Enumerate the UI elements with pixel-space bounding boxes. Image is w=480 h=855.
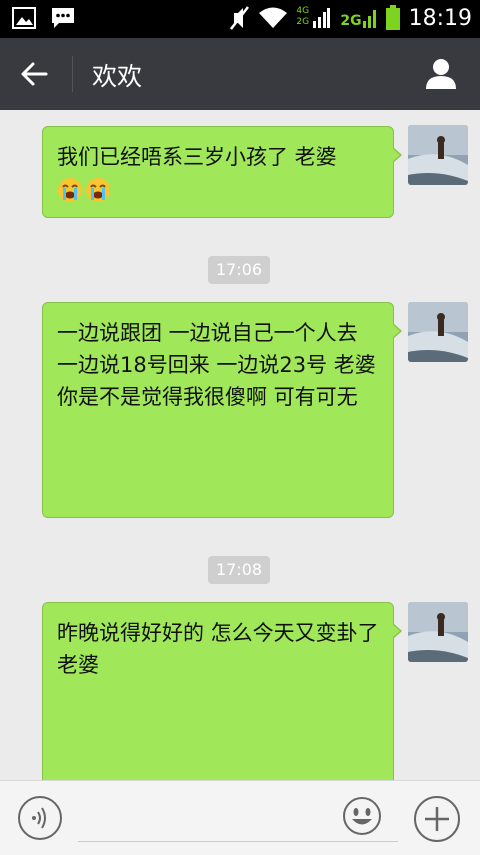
status-bar: 4G 2G 2G 18:19	[0, 0, 480, 38]
timestamp: 17:08	[208, 556, 270, 584]
more-options-button[interactable]	[414, 796, 460, 842]
plus-icon	[425, 807, 449, 831]
network-indicator-1: 4G 2G	[296, 4, 332, 32]
battery-icon	[385, 5, 400, 30]
crying-face-icon	[58, 178, 82, 202]
message-notification-icon	[52, 8, 74, 28]
message-text: 一边说跟团 一边说自己一个人去 一边说18号回来 一边说23号 老婆 你是不是觉…	[57, 321, 376, 409]
contact-profile-icon[interactable]	[424, 56, 458, 90]
voice-icon	[32, 807, 46, 829]
avatar[interactable]	[408, 602, 468, 662]
timestamp: 17:06	[208, 256, 270, 284]
header-divider	[72, 56, 73, 92]
message-input[interactable]	[78, 841, 398, 842]
input-bar	[0, 780, 480, 855]
avatar[interactable]	[408, 125, 468, 185]
chat-title: 欢欢	[92, 62, 143, 91]
back-arrow-icon[interactable]	[18, 58, 50, 90]
message-text: 我们已经唔系三岁小孩了 老婆	[57, 145, 337, 169]
gallery-notification-icon	[12, 7, 36, 29]
network2-label: 2G	[340, 13, 362, 29]
network-label-top: 4G	[296, 6, 310, 16]
message-bubble[interactable]: 昨晚说得好好的 怎么今天又变卦了 老婆	[42, 602, 402, 780]
voice-input-button[interactable]	[18, 796, 62, 840]
mute-icon	[230, 6, 250, 30]
wifi-icon	[259, 7, 288, 28]
emoji-icon[interactable]	[342, 796, 382, 836]
message-list[interactable]: 我们已经唔系三岁小孩了 老婆 17:06 一边说跟团 一边说自己一个人去 一边说…	[0, 110, 480, 780]
network-label-bottom: 2G	[296, 17, 310, 27]
avatar[interactable]	[408, 302, 468, 362]
message-bubble[interactable]: 我们已经唔系三岁小孩了 老婆	[42, 126, 402, 218]
network-indicator-2: 2G	[340, 7, 376, 29]
chat-header: 欢欢	[0, 38, 480, 110]
clock: 18:19	[408, 5, 472, 31]
message-text: 昨晚说得好好的 怎么今天又变卦了 老婆	[57, 621, 379, 677]
message-bubble[interactable]: 一边说跟团 一边说自己一个人去 一边说18号回来 一边说23号 老婆 你是不是觉…	[42, 302, 402, 518]
crying-face-icon	[86, 178, 110, 202]
